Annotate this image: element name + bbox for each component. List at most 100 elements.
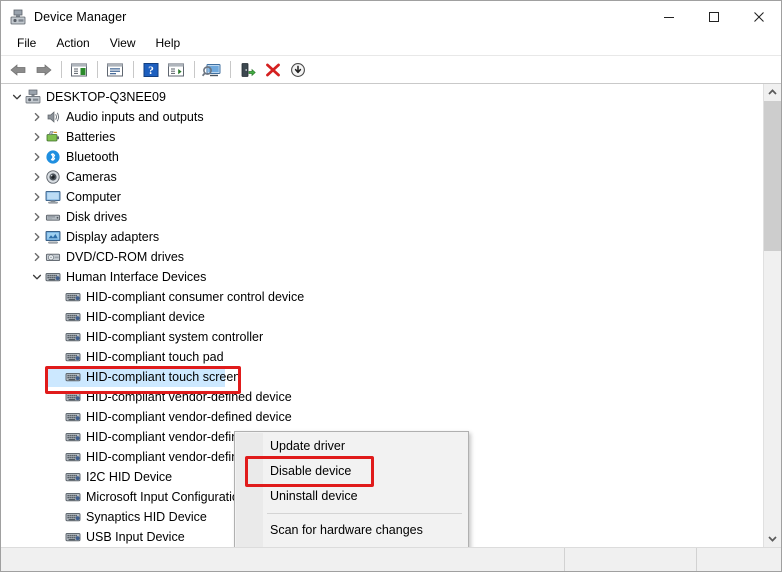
forward-icon[interactable]	[31, 58, 55, 81]
menu-item-help[interactable]: Help	[146, 34, 191, 53]
context-menu-item[interactable]: Update driver	[235, 434, 468, 459]
context-menu[interactable]: Update driverDisable deviceUninstall dev…	[234, 431, 469, 547]
tree-item[interactable]: HID-compliant touch pad	[1, 347, 763, 367]
properties-icon[interactable]	[103, 58, 127, 81]
tree-item[interactable]: HID-compliant vendor-defined device	[1, 407, 763, 427]
update-driver-icon[interactable]	[236, 58, 260, 81]
hid-icon	[65, 349, 81, 365]
status-cell-3	[697, 548, 781, 571]
chevron-down-icon[interactable]	[29, 267, 45, 287]
tree-item-content: I2C HID Device	[1, 467, 172, 487]
toolbar: ?	[1, 56, 781, 84]
tree-item-content: DESKTOP-Q3NEE09	[1, 87, 166, 107]
tree-item[interactable]: Cameras	[1, 167, 763, 187]
tree-item-label: Bluetooth	[66, 147, 119, 167]
scrollbar-track[interactable]	[764, 101, 781, 530]
tree-item[interactable]: DESKTOP-Q3NEE09	[1, 87, 763, 107]
title-bar: Device Manager	[1, 1, 781, 32]
tree-item-content: DVD/CD-ROM drives	[1, 247, 184, 267]
tree-item-content: Disk drives	[1, 207, 127, 227]
tree-item[interactable]: Display adapters	[1, 227, 763, 247]
disk-drive-icon	[45, 209, 61, 225]
content-area: DESKTOP-Q3NEE09Audio inputs and outputsB…	[1, 84, 781, 547]
vertical-scrollbar[interactable]	[763, 84, 781, 547]
back-icon[interactable]	[6, 58, 30, 81]
tree-item[interactable]: DVD/CD-ROM drives	[1, 247, 763, 267]
hid-icon	[65, 309, 81, 325]
tree-item-content: HID-compliant touch screen	[1, 367, 240, 387]
context-menu-item[interactable]: Scan for hardware changes	[235, 518, 468, 543]
maximize-button[interactable]	[691, 1, 736, 32]
tree-item-content: Cameras	[1, 167, 117, 187]
tree-item[interactable]: Bluetooth	[1, 147, 763, 167]
tree-item-content: Synaptics HID Device	[1, 507, 207, 527]
chevron-right-icon[interactable]	[29, 167, 45, 187]
tree-spacer	[49, 327, 65, 347]
scroll-down-button[interactable]	[764, 530, 781, 547]
tree-item[interactable]: HID-compliant vendor-defined device	[1, 387, 763, 407]
tree-item[interactable]: HID-compliant system controller	[1, 327, 763, 347]
hid-icon	[65, 449, 81, 465]
tree-spacer	[49, 287, 65, 307]
tree-item[interactable]: HID-compliant touch screen	[1, 367, 763, 387]
chevron-right-icon[interactable]	[29, 127, 45, 147]
chevron-right-icon[interactable]	[29, 187, 45, 207]
chevron-down-icon[interactable]	[9, 87, 25, 107]
scrollbar-thumb[interactable]	[764, 101, 781, 251]
svg-text:?: ?	[148, 65, 154, 77]
tree-item-content: HID-compliant vendor-defined device	[1, 407, 292, 427]
tree-item-label: Batteries	[66, 127, 115, 147]
scroll-up-button[interactable]	[764, 84, 781, 101]
chevron-right-icon[interactable]	[29, 147, 45, 167]
tree-spacer	[49, 407, 65, 427]
monitor-icon	[45, 189, 61, 205]
show-hide-action-pane-icon[interactable]	[164, 58, 188, 81]
tree-spacer	[49, 487, 65, 507]
tree-item-content: HID-compliant touch pad	[1, 347, 224, 367]
tree-item[interactable]: Audio inputs and outputs	[1, 107, 763, 127]
close-button[interactable]	[736, 1, 781, 32]
scan-for-hardware-changes-icon[interactable]	[200, 58, 224, 81]
uninstall-device-icon[interactable]	[261, 58, 285, 81]
speaker-icon	[45, 109, 61, 125]
menu-item-action[interactable]: Action	[46, 34, 99, 53]
tree-item[interactable]: Disk drives	[1, 207, 763, 227]
tree-spacer	[49, 387, 65, 407]
tree-spacer	[49, 367, 65, 387]
tree-item[interactable]: Batteries	[1, 127, 763, 147]
context-menu-item[interactable]: Disable device	[235, 459, 468, 484]
hid-icon	[65, 329, 81, 345]
tree-item-label: Synaptics HID Device	[86, 507, 207, 527]
help-icon[interactable]: ?	[139, 58, 163, 81]
toolbar-separator-1	[61, 61, 62, 78]
tree-item[interactable]: Human Interface Devices	[1, 267, 763, 287]
tree-item[interactable]: HID-compliant consumer control device	[1, 287, 763, 307]
chevron-right-icon[interactable]	[29, 227, 45, 247]
tree-item-content: Computer	[1, 187, 121, 207]
tree-item-label: HID-compliant vendor-defined device	[86, 387, 292, 407]
tree-item-content: HID-compliant device	[1, 307, 205, 327]
tree-spacer	[49, 347, 65, 367]
hid-icon	[65, 389, 81, 405]
tree-item-label: HID-compliant touch pad	[86, 347, 224, 367]
tree-item[interactable]: HID-compliant device	[1, 307, 763, 327]
disable-device-icon[interactable]	[286, 58, 310, 81]
chevron-right-icon[interactable]	[29, 107, 45, 127]
minimize-button[interactable]	[646, 1, 691, 32]
menu-item-file[interactable]: File	[7, 34, 46, 53]
tree-item-content: HID-compliant vendor-defined device	[1, 387, 292, 407]
display-adapter-icon	[45, 229, 61, 245]
chevron-right-icon[interactable]	[29, 207, 45, 227]
hid-icon	[65, 489, 81, 505]
chevron-right-icon[interactable]	[29, 247, 45, 267]
tree-item[interactable]: Computer	[1, 187, 763, 207]
hid-icon	[65, 409, 81, 425]
tree-item-label: DESKTOP-Q3NEE09	[46, 87, 166, 107]
show-hide-console-tree-icon[interactable]	[67, 58, 91, 81]
menu-item-view[interactable]: View	[100, 34, 146, 53]
tree-item-content: Human Interface Devices	[1, 267, 206, 287]
hid-icon	[65, 509, 81, 525]
context-menu-item[interactable]: Uninstall device	[235, 484, 468, 509]
tree-item-content: Audio inputs and outputs	[1, 107, 204, 127]
tree-item-content: USB Input Device	[1, 527, 185, 547]
